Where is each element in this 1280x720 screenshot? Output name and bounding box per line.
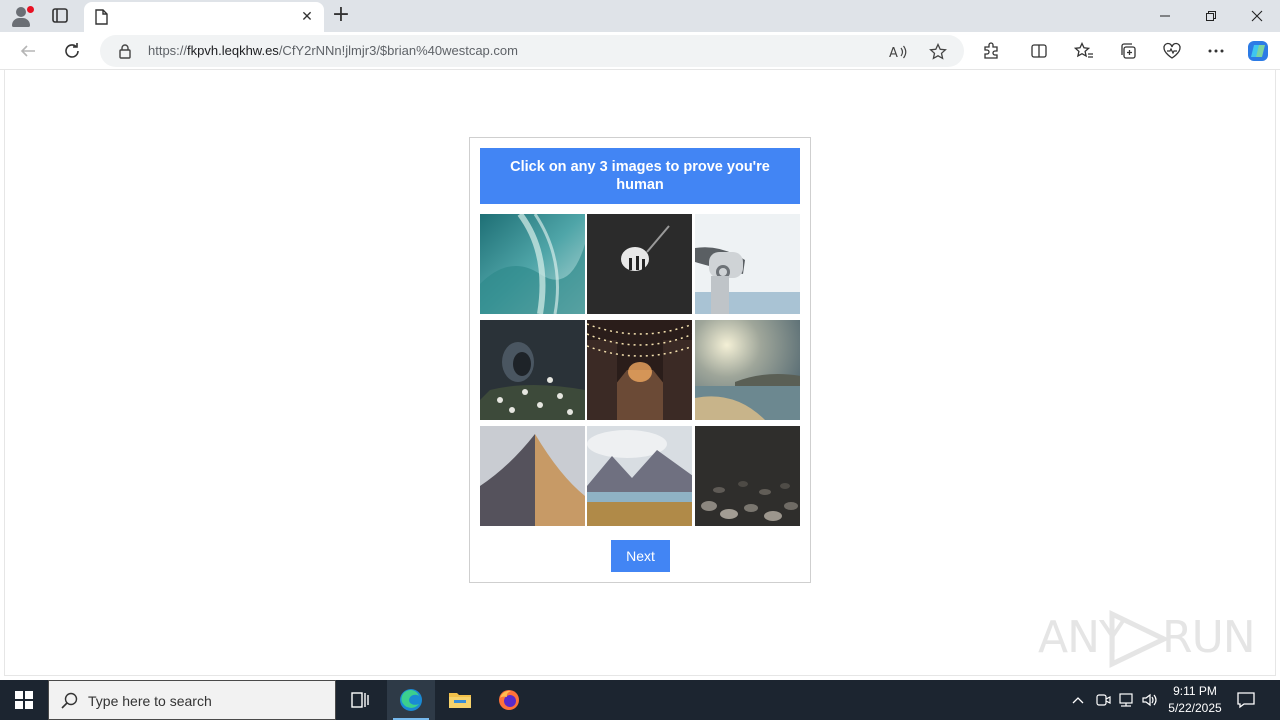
tab-strip: ✕ + [0, 0, 1280, 32]
favorites-icon[interactable] [1073, 40, 1095, 62]
close-tab-icon[interactable]: ✕ [298, 8, 316, 26]
taskbar-clock[interactable]: 9:11 PM 5/22/2025 [1160, 683, 1230, 717]
address-bar[interactable]: https://fkpvh.leqkhw.es/CfY2rNNn!jlmjr3/… [100, 35, 964, 67]
network-icon[interactable] [1116, 690, 1136, 710]
edge-taskbar-icon[interactable] [387, 680, 435, 720]
read-aloud-icon[interactable]: A [888, 42, 908, 62]
captcha-image-grid [480, 214, 801, 526]
firefox-icon[interactable] [485, 680, 533, 720]
anyrun-watermark: ANY RUN [1038, 610, 1256, 668]
volume-icon[interactable] [1140, 690, 1160, 710]
meet-now-icon[interactable] [1093, 690, 1113, 710]
tab-actions-icon[interactable] [48, 5, 72, 27]
browser-toolbar: https://fkpvh.leqkhw.es/CfY2rNNn!jlmjr3/… [0, 32, 1280, 70]
page-icon [94, 9, 108, 29]
more-options-icon[interactable] [1205, 40, 1227, 62]
captcha-tile-street-string-lights[interactable] [587, 320, 692, 420]
windows-start-icon[interactable] [0, 680, 48, 720]
captcha-tile-pebbles[interactable] [695, 426, 800, 526]
back-arrow-icon[interactable] [17, 40, 39, 62]
lock-icon[interactable] [118, 43, 132, 63]
captcha-tile-sand-dune[interactable] [480, 426, 585, 526]
captcha-tile-ocean-wave[interactable] [480, 214, 585, 314]
restore-icon[interactable] [1188, 0, 1234, 32]
next-button[interactable]: Next [611, 540, 670, 572]
captcha-tile-coin-binoculars[interactable] [695, 214, 800, 314]
captcha-instruction: Click on any 3 images to prove you're hu… [480, 148, 800, 204]
captcha-tile-mountain-lake[interactable] [587, 426, 692, 526]
copilot-icon[interactable] [1245, 38, 1271, 64]
file-explorer-icon[interactable] [436, 680, 484, 720]
browser-tab[interactable]: ✕ [84, 2, 324, 32]
task-view-icon[interactable] [336, 680, 384, 720]
taskbar-search-box[interactable]: Type here to search [48, 680, 336, 720]
favorite-star-icon[interactable] [928, 42, 948, 62]
extensions-icon[interactable] [980, 40, 1002, 62]
captcha-tile-people-in-cave[interactable] [587, 214, 692, 314]
collections-icon[interactable] [1117, 40, 1139, 62]
captcha-tile-beach-sunset[interactable] [695, 320, 800, 420]
minimize-icon[interactable] [1142, 0, 1188, 32]
refresh-icon[interactable] [61, 40, 83, 62]
svg-text:A: A [889, 46, 898, 60]
browser-essentials-icon[interactable] [1161, 40, 1183, 62]
close-window-icon[interactable] [1234, 0, 1280, 32]
clock-time: 9:11 PM [1173, 684, 1217, 698]
taskbar: Type here to search 9:11 PM 5/22/2025 [0, 680, 1280, 720]
notifications-icon[interactable] [1236, 690, 1258, 710]
search-icon [61, 692, 79, 714]
captcha-box: Click on any 3 images to prove you're hu… [469, 137, 811, 583]
search-placeholder: Type here to search [88, 693, 212, 709]
split-screen-icon[interactable] [1028, 40, 1050, 62]
clock-date: 5/22/2025 [1168, 701, 1222, 715]
show-hidden-icons-chevron-icon[interactable] [1068, 690, 1088, 710]
url-text[interactable]: https://fkpvh.leqkhw.es/CfY2rNNn!jlmjr3/… [148, 43, 518, 58]
captcha-tile-person-in-flowers[interactable] [480, 320, 585, 420]
new-tab-icon[interactable]: + [330, 4, 352, 28]
profile-avatar-icon[interactable] [8, 4, 36, 28]
